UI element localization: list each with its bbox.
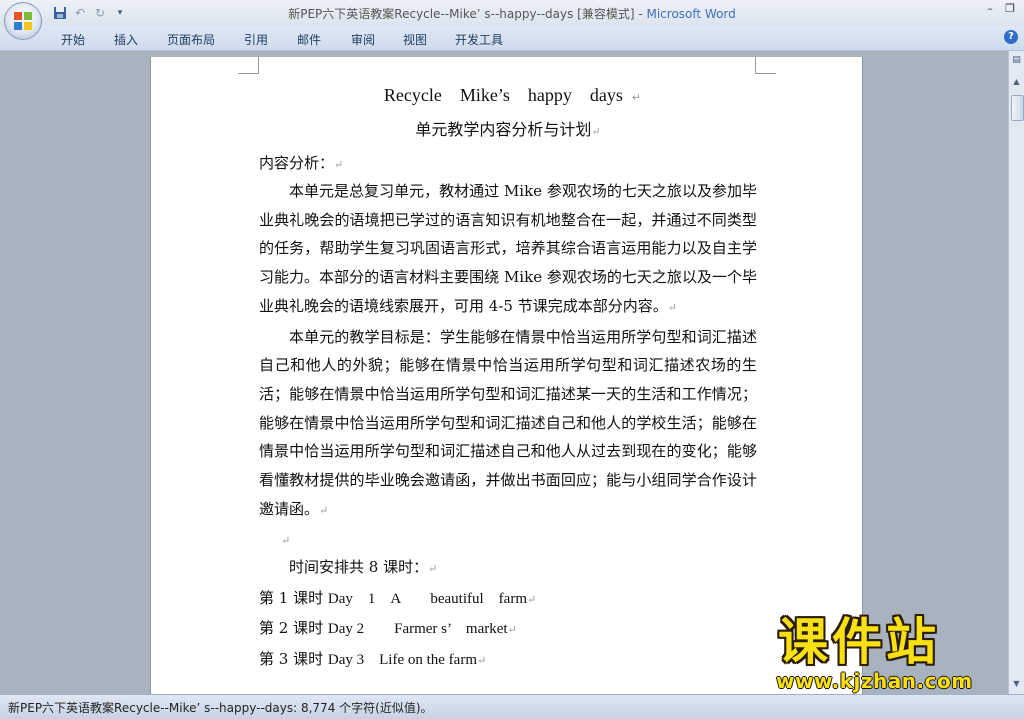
paragraph-mark: ↵ (477, 653, 487, 667)
paragraph-text: 本单元的教学目标是：学生能够在情景中恰当运用所学句型和词汇描述自己和他人的外貌；… (259, 327, 757, 518)
heading-word: happy (527, 85, 572, 105)
scroll-up-icon[interactable]: ▲ (1010, 75, 1023, 89)
watermark-title: 课件站 (778, 613, 940, 671)
tab-review[interactable]: 审阅 (351, 31, 375, 48)
lesson-number: 第 1 课时 (259, 588, 324, 607)
document-subheading: 单元教学内容分析与计划↵ (259, 111, 757, 149)
paragraph-mark: ↵ (281, 534, 291, 548)
lesson-number: 第 3 课时 (259, 649, 324, 668)
document-page[interactable]: Recycle Mike’s happy days ↵ 单元教学内容分析与计划↵ 内容分… (151, 57, 862, 697)
lesson-title: Day 2 Farmer s’ market (327, 621, 508, 638)
paragraph-mark: ↵ (591, 125, 601, 138)
paragraph: 本单元的教学目标是：学生能够在情景中恰当运用所学句型和词汇描述自己和他人的外貌；… (259, 323, 757, 526)
tab-insert[interactable]: 插入 (114, 31, 138, 48)
paragraph: 本单元是总复习单元，教材通过 Mike 参观农场的七天之旅以及参加毕业典礼晚会的… (259, 177, 757, 323)
minimize-icon[interactable]: – (982, 2, 998, 16)
document-body[interactable]: Recycle Mike’s happy days ↵ 单元教学内容分析与计划↵ 内容分… (259, 79, 757, 675)
schedule-item: 第 2 课时 Day 2 Farmer s’ market↵ (259, 614, 757, 645)
paragraph-mark: ↵ (319, 503, 329, 517)
office-button-icon (14, 12, 32, 30)
content-analysis-label: 内容分析：↵ (259, 149, 757, 177)
vertical-scrollbar[interactable]: ▤ ▲ ▼ (1008, 51, 1024, 694)
schedule-item: 第 1 课时 Day 1 A beautiful farm↵ (259, 584, 757, 615)
paragraph-mark: ↵ (527, 592, 537, 606)
lesson-number: 第 2 课时 (259, 619, 324, 638)
content-label-text: 内容分析： (259, 154, 335, 172)
schedule-intro-text: 时间安排共 8 课时： (289, 558, 429, 577)
window-controls: – ❐ (982, 2, 1018, 16)
paragraph-mark: ↵ (631, 92, 642, 104)
tab-developer[interactable]: 开发工具 (455, 31, 503, 48)
margin-corner-mark (755, 57, 776, 74)
scrollbar-thumb[interactable] (1011, 95, 1024, 121)
site-watermark: 课件站 www.kjzhan.com (768, 614, 1012, 694)
tab-page-layout[interactable]: 页面布局 (167, 31, 215, 48)
document-title: 新PEP六下英语教案Recycle--Mike’ s--happy--days … (288, 7, 647, 21)
schedule-item: 第 3 课时 Day 3 Life on the farm↵ (259, 645, 757, 676)
title-bar: ↶ ↻ ▾ 新PEP六下英语教案Recycle--Mike’ s--happy-… (0, 0, 1024, 26)
tab-view[interactable]: 视图 (403, 31, 427, 48)
paragraph-mark: ↵ (667, 300, 677, 314)
window-title: 新PEP六下英语教案Recycle--Mike’ s--happy--days … (0, 5, 1024, 22)
tab-references[interactable]: 引用 (244, 31, 268, 48)
paragraph-mark: ↵ (428, 562, 438, 576)
margin-corner-mark (238, 57, 259, 74)
paragraph-mark: ↵ (507, 623, 517, 637)
heading-word: days (589, 85, 623, 105)
watermark-url: www.kjzhan.com (776, 669, 973, 693)
lesson-title: Day 1 A beautiful farm (327, 590, 527, 607)
status-word-count: 新PEP六下英语教案Recycle--Mike’ s--happy--days:… (8, 701, 433, 715)
subheading-text: 单元教学内容分析与计划 (415, 120, 592, 139)
tab-home[interactable]: 开始 (61, 31, 85, 48)
ribbon-tab-bar: 开始 插入 页面布局 引用 邮件 审阅 视图 开发工具 ? (0, 26, 1024, 51)
document-heading: Recycle Mike’s happy days ↵ (259, 79, 757, 111)
heading-word: Recycle (383, 85, 442, 105)
office-button[interactable] (4, 2, 42, 40)
paragraph-mark: ↵ (334, 158, 344, 171)
schedule-intro: 时间安排共 8 课时：↵ (259, 553, 757, 584)
ruler-toggle-icon[interactable]: ▤ (1010, 55, 1023, 69)
lesson-title: Day 3 Life on the farm (327, 651, 477, 668)
restore-icon[interactable]: ❐ (1002, 2, 1018, 16)
paragraph-text: 本单元是总复习单元，教材通过 Mike 参观农场的七天之旅以及参加毕业典礼晚会的… (259, 182, 757, 315)
heading-word: Mike’s (459, 85, 510, 105)
tab-mailings[interactable]: 邮件 (297, 31, 321, 48)
status-bar: 新PEP六下英语教案Recycle--Mike’ s--happy--days:… (0, 694, 1024, 719)
app-name: Microsoft Word (646, 7, 736, 21)
empty-paragraph: ↵ (259, 525, 757, 553)
help-icon[interactable]: ? (1004, 30, 1018, 44)
